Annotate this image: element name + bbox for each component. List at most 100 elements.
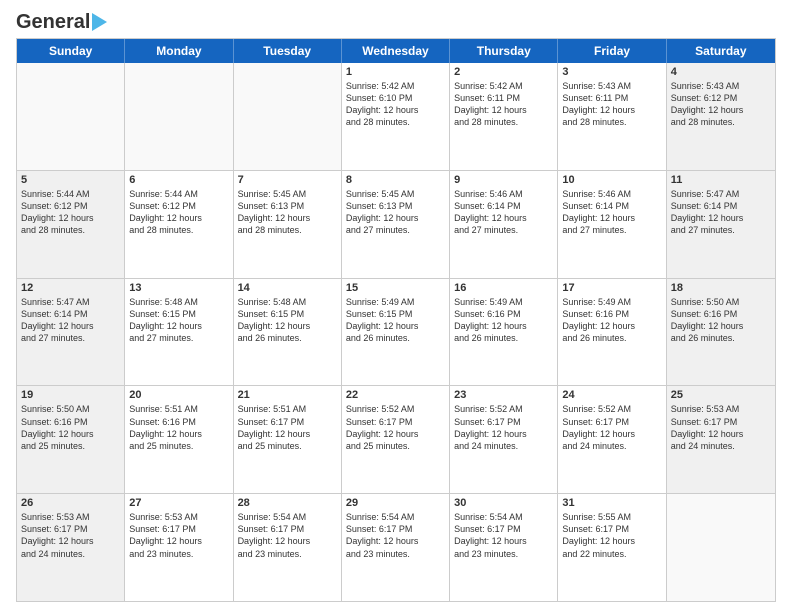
day-number: 13 [129, 282, 228, 294]
day-cell-18: 18 Sunrise: 5:50 AM Sunset: 6:16 PM Dayli… [667, 279, 775, 386]
day-number: 17 [562, 282, 661, 294]
day-number: 1 [346, 66, 445, 78]
day-number: 20 [129, 389, 228, 401]
weekday-header-wednesday: Wednesday [342, 39, 450, 63]
day-info: Sunrise: 5:52 AM Sunset: 6:17 PM Dayligh… [454, 403, 553, 452]
day-cell-31: 31Sunrise: 5:55 AM Sunset: 6:17 PM Dayli… [558, 494, 666, 601]
day-info: Sunrise: 5:49 AM Sunset: 6:16 PM Dayligh… [454, 296, 553, 345]
day-cell-3: 3 Sunrise: 5:43 AM Sunset: 6:11 PM Daylig… [558, 63, 666, 170]
day-cell-7: 7 Sunrise: 5:45 AM Sunset: 6:13 PM Daylig… [234, 171, 342, 278]
day-info: Sunrise: 5:50 AM Sunset: 6:16 PM Dayligh… [21, 403, 120, 452]
day-info: Sunrise: 5:54 AM Sunset: 6:17 PM Dayligh… [454, 511, 553, 560]
logo-general: General [16, 11, 90, 33]
day-number: 26 [21, 497, 120, 509]
calendar-row-1: 1 Sunrise: 5:42 AM Sunset: 6:10 PM Daylig… [17, 63, 775, 171]
day-cell-11: 11 Sunrise: 5:47 AM Sunset: 6:14 PM Dayli… [667, 171, 775, 278]
day-number: 4 [671, 66, 771, 78]
weekday-header-saturday: Saturday [667, 39, 775, 63]
day-number: 22 [346, 389, 445, 401]
day-info: Sunrise: 5:55 AM Sunset: 6:17 PM Dayligh… [562, 511, 661, 560]
day-cell-15: 15Sunrise: 5:49 AM Sunset: 6:15 PM Dayli… [342, 279, 450, 386]
day-number: 12 [21, 282, 120, 294]
day-cell-21: 21Sunrise: 5:51 AM Sunset: 6:17 PM Dayli… [234, 386, 342, 493]
day-info: Sunrise: 5:43 AM Sunset: 6:11 PM Dayligh… [562, 80, 661, 129]
weekday-header-monday: Monday [125, 39, 233, 63]
day-info: Sunrise: 5:45 AM Sunset: 6:13 PM Dayligh… [238, 188, 337, 237]
weekday-header-sunday: Sunday [17, 39, 125, 63]
day-number: 9 [454, 174, 553, 186]
weekday-header-tuesday: Tuesday [234, 39, 342, 63]
logo-arrow-icon [92, 13, 107, 31]
day-cell-25: 25 Sunrise: 5:53 AM Sunset: 6:17 PM Dayli… [667, 386, 775, 493]
day-number: 7 [238, 174, 337, 186]
day-number: 29 [346, 497, 445, 509]
day-cell-19: 19 Sunrise: 5:50 AM Sunset: 6:16 PM Dayli… [17, 386, 125, 493]
day-info: Sunrise: 5:54 AM Sunset: 6:17 PM Dayligh… [238, 511, 337, 560]
day-info: Sunrise: 5:50 AM Sunset: 6:16 PM Dayligh… [671, 296, 771, 345]
day-info: Sunrise: 5:53 AM Sunset: 6:17 PM Dayligh… [671, 403, 771, 452]
day-number: 3 [562, 66, 661, 78]
day-info: Sunrise: 5:53 AM Sunset: 6:17 PM Dayligh… [129, 511, 228, 560]
day-cell-30: 30 Sunrise: 5:54 AM Sunset: 6:17 PM Dayli… [450, 494, 558, 601]
day-info: Sunrise: 5:44 AM Sunset: 6:12 PM Dayligh… [21, 188, 120, 237]
day-info: Sunrise: 5:53 AM Sunset: 6:17 PM Dayligh… [21, 511, 120, 560]
day-info: Sunrise: 5:42 AM Sunset: 6:11 PM Dayligh… [454, 80, 553, 129]
day-cell-27: 27 Sunrise: 5:53 AM Sunset: 6:17 PM Dayli… [125, 494, 233, 601]
day-cell-28: 28 Sunrise: 5:54 AM Sunset: 6:17 PM Dayli… [234, 494, 342, 601]
day-cell-13: 13Sunrise: 5:48 AM Sunset: 6:15 PM Dayli… [125, 279, 233, 386]
day-number: 18 [671, 282, 771, 294]
day-number: 19 [21, 389, 120, 401]
day-number: 10 [562, 174, 661, 186]
day-number: 30 [454, 497, 553, 509]
calendar: SundayMondayTuesdayWednesdayThursdayFrid… [16, 38, 776, 602]
day-number: 11 [671, 174, 771, 186]
day-info: Sunrise: 5:52 AM Sunset: 6:17 PM Dayligh… [346, 403, 445, 452]
day-info: Sunrise: 5:49 AM Sunset: 6:16 PM Dayligh… [562, 296, 661, 345]
day-cell-8: 8Sunrise: 5:45 AM Sunset: 6:13 PM Daylig… [342, 171, 450, 278]
day-cell-17: 17 Sunrise: 5:49 AM Sunset: 6:16 PM Dayli… [558, 279, 666, 386]
day-cell-23: 23 Sunrise: 5:52 AM Sunset: 6:17 PM Dayli… [450, 386, 558, 493]
calendar-row-3: 12 Sunrise: 5:47 AM Sunset: 6:14 PM Dayli… [17, 279, 775, 387]
day-number: 23 [454, 389, 553, 401]
day-info: Sunrise: 5:51 AM Sunset: 6:17 PM Dayligh… [238, 403, 337, 452]
day-number: 6 [129, 174, 228, 186]
weekday-header-friday: Friday [558, 39, 666, 63]
day-number: 14 [238, 282, 337, 294]
day-info: Sunrise: 5:44 AM Sunset: 6:12 PM Dayligh… [129, 188, 228, 237]
day-cell-26: 26 Sunrise: 5:53 AM Sunset: 6:17 PM Dayli… [17, 494, 125, 601]
day-number: 16 [454, 282, 553, 294]
day-cell-24: 24Sunrise: 5:52 AM Sunset: 6:17 PM Dayli… [558, 386, 666, 493]
day-number: 28 [238, 497, 337, 509]
calendar-row-2: 5 Sunrise: 5:44 AM Sunset: 6:12 PM Daylig… [17, 171, 775, 279]
header: General [16, 12, 776, 30]
day-info: Sunrise: 5:45 AM Sunset: 6:13 PM Dayligh… [346, 188, 445, 237]
day-number: 27 [129, 497, 228, 509]
calendar-body: 1 Sunrise: 5:42 AM Sunset: 6:10 PM Daylig… [17, 63, 775, 601]
day-info: Sunrise: 5:47 AM Sunset: 6:14 PM Dayligh… [671, 188, 771, 237]
day-cell-20: 20Sunrise: 5:51 AM Sunset: 6:16 PM Dayli… [125, 386, 233, 493]
day-info: Sunrise: 5:42 AM Sunset: 6:10 PM Dayligh… [346, 80, 445, 129]
day-info: Sunrise: 5:46 AM Sunset: 6:14 PM Dayligh… [454, 188, 553, 237]
day-cell-12: 12 Sunrise: 5:47 AM Sunset: 6:14 PM Dayli… [17, 279, 125, 386]
day-cell-1: 1 Sunrise: 5:42 AM Sunset: 6:10 PM Daylig… [342, 63, 450, 170]
day-number: 15 [346, 282, 445, 294]
day-cell-5: 5 Sunrise: 5:44 AM Sunset: 6:12 PM Daylig… [17, 171, 125, 278]
empty-cell-r0c2 [234, 63, 342, 170]
day-cell-6: 6 Sunrise: 5:44 AM Sunset: 6:12 PM Daylig… [125, 171, 233, 278]
calendar-row-4: 19 Sunrise: 5:50 AM Sunset: 6:16 PM Dayli… [17, 386, 775, 494]
day-cell-14: 14Sunrise: 5:48 AM Sunset: 6:15 PM Dayli… [234, 279, 342, 386]
day-cell-10: 10Sunrise: 5:46 AM Sunset: 6:14 PM Dayli… [558, 171, 666, 278]
day-info: Sunrise: 5:47 AM Sunset: 6:14 PM Dayligh… [21, 296, 120, 345]
day-number: 2 [454, 66, 553, 78]
day-cell-9: 9 Sunrise: 5:46 AM Sunset: 6:14 PM Daylig… [450, 171, 558, 278]
empty-cell-r0c0 [17, 63, 125, 170]
day-cell-22: 22 Sunrise: 5:52 AM Sunset: 6:17 PM Dayli… [342, 386, 450, 493]
day-number: 25 [671, 389, 771, 401]
day-cell-2: 2 Sunrise: 5:42 AM Sunset: 6:11 PM Daylig… [450, 63, 558, 170]
day-number: 5 [21, 174, 120, 186]
day-cell-16: 16 Sunrise: 5:49 AM Sunset: 6:16 PM Dayli… [450, 279, 558, 386]
logo: General [16, 12, 107, 30]
day-info: Sunrise: 5:43 AM Sunset: 6:12 PM Dayligh… [671, 80, 771, 129]
page: General SundayMondayTuesdayWednesdayThur… [0, 0, 792, 612]
weekday-header-thursday: Thursday [450, 39, 558, 63]
